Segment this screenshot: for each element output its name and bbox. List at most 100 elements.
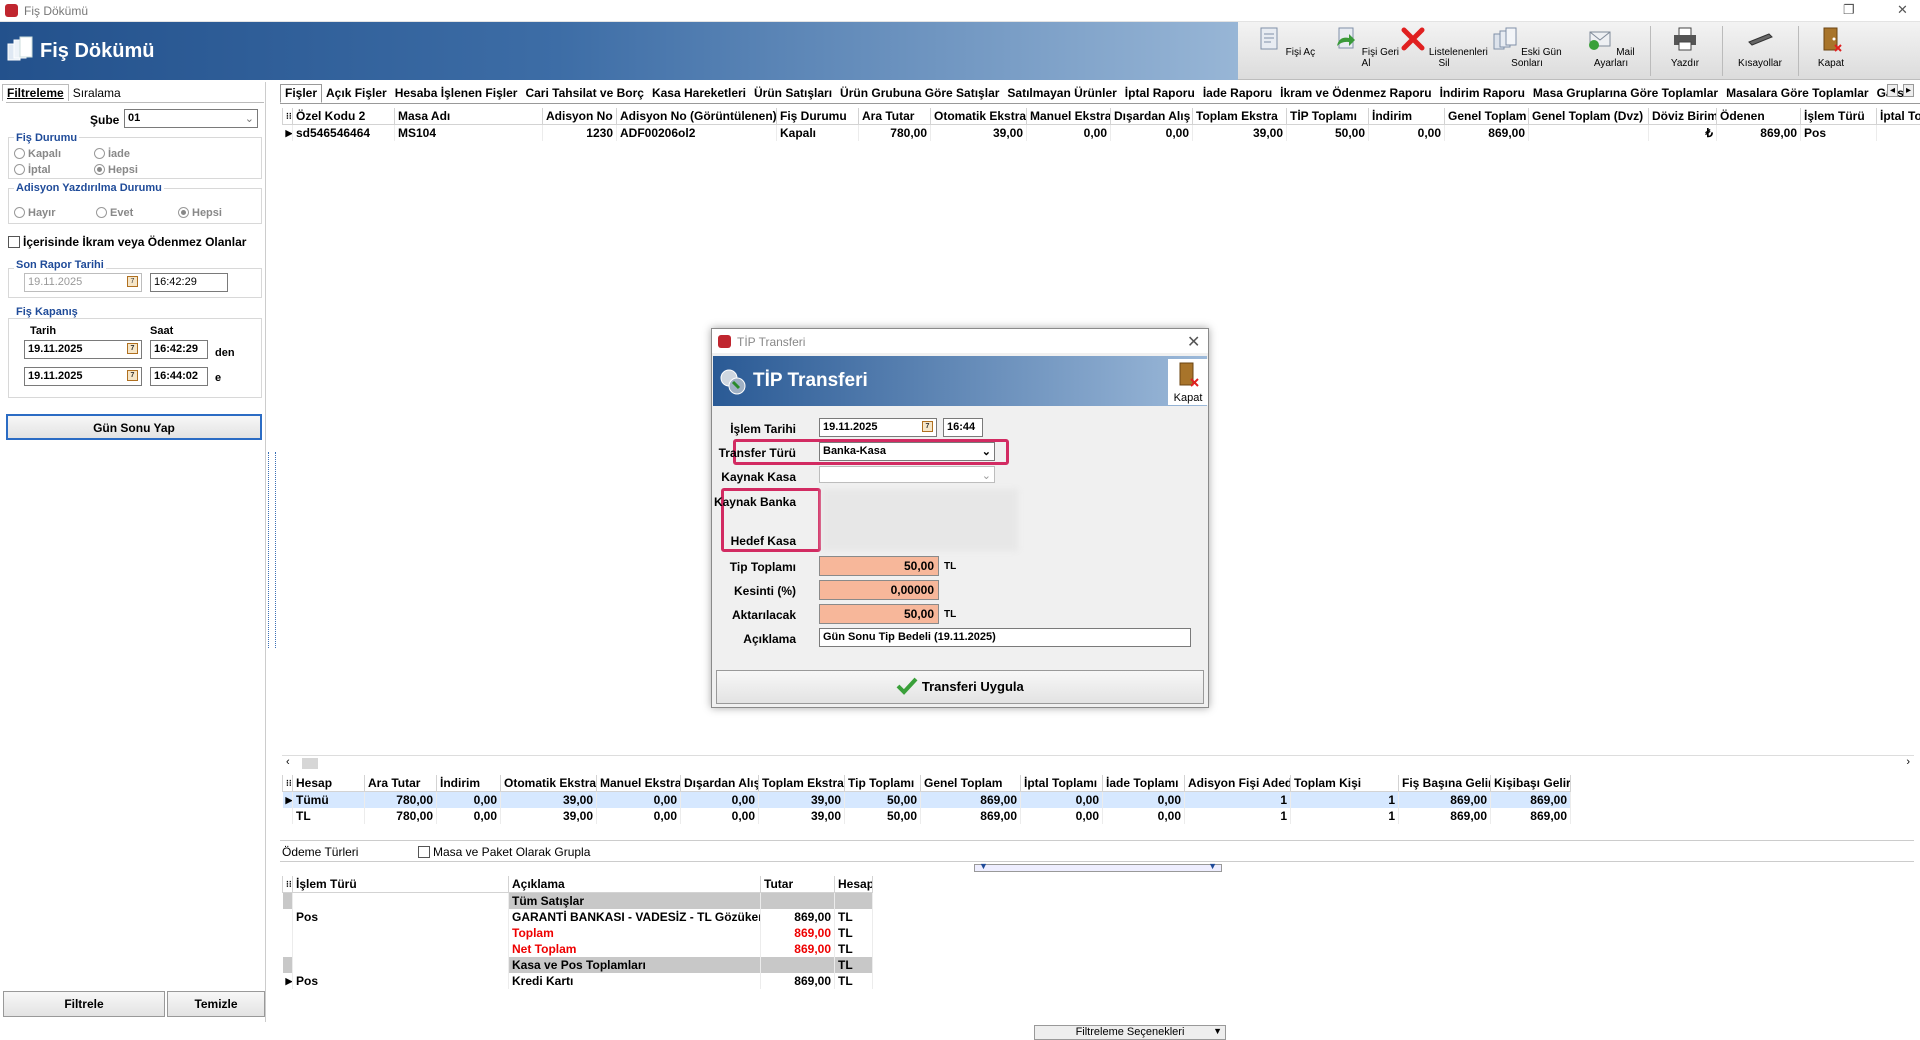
column-header[interactable]: Hesap [834, 876, 873, 893]
horizontal-scrollbar[interactable]: ‹ › [282, 755, 1914, 771]
tab-report-11[interactable]: İndirim Raporu [1436, 85, 1529, 102]
panel-splitter[interactable]: ▼ ▼ [974, 861, 1222, 872]
radio-hepsi[interactable]: Hepsi [94, 162, 138, 176]
column-header[interactable]: Fiş Durumu [776, 108, 859, 125]
table-row[interactable]: ▶ Tümü 780,00 0,00 39,00 0,00 0,00 39,00 50,00 86… [282, 791, 1571, 808]
scroll-thumb[interactable] [302, 758, 318, 769]
table-row[interactable]: ▶ Pos Kredi Kartı 869,00 TL [282, 973, 873, 989]
radio-hepsi2[interactable]: Hepsi [178, 205, 222, 219]
tab-scroll-left-icon[interactable]: ◂ [1887, 84, 1899, 97]
column-header[interactable]: Döviz Birimi [1648, 108, 1717, 125]
column-header[interactable]: Ara Tutar [858, 108, 931, 125]
mail-ayarlari-button[interactable]: Mail Ayarları [1574, 26, 1648, 78]
column-header[interactable]: Açıklama [508, 876, 761, 893]
filtrele-button[interactable]: Filtrele [3, 991, 165, 1017]
column-header[interactable]: Manuel Ekstra [596, 775, 681, 792]
column-header[interactable]: Ara Tutar [364, 775, 437, 792]
tab-scroll-right-icon[interactable]: ▸ [1903, 84, 1915, 97]
tab-report-8[interactable]: İptal Raporu [1121, 85, 1199, 102]
column-header[interactable]: Manuel Ekstra [1026, 108, 1111, 125]
column-header[interactable]: Adisyon No (Görüntülenen) [616, 108, 777, 125]
aciklama-input[interactable]: Gün Sonu Tip Bedeli (19.11.2025) [819, 628, 1191, 647]
column-header[interactable]: İşlem Türü [292, 876, 509, 893]
tab-siralama[interactable]: Sıralama [69, 85, 125, 101]
tab-report-1[interactable]: Açık Fişler [322, 85, 391, 102]
column-header[interactable]: Otomatik Ekstra [500, 775, 597, 792]
tab-report-12[interactable]: Masa Gruplarına Göre Toplamlar [1529, 85, 1722, 102]
eski-gun-sonlari-button[interactable]: Eski Gün Sonları [1484, 26, 1570, 78]
tab-report-10[interactable]: İkram ve Ödenmez Raporu [1276, 85, 1435, 102]
radio-iptal[interactable]: İptal [14, 162, 51, 176]
fisi-geri-al-button[interactable]: Fişi Geri Al [1328, 26, 1404, 78]
kesinti-field[interactable]: 0,00000 [819, 580, 939, 600]
column-header[interactable]: Adisyon No [542, 108, 617, 125]
temizle-button[interactable]: Temizle [167, 991, 265, 1017]
column-header[interactable]: İade Toplamı [1102, 775, 1185, 792]
transfer-turu-select[interactable]: Banka-Kasa ⌄ [819, 442, 995, 461]
column-header[interactable]: Ödenen [1716, 108, 1801, 125]
calendar-icon[interactable]: 7 [127, 343, 138, 354]
column-header[interactable]: Hesap [292, 775, 365, 792]
kapat-button[interactable]: Kapat [1804, 26, 1858, 78]
column-header[interactable]: TİP Toplamı [1286, 108, 1369, 125]
column-header[interactable]: Özel Kodu 2 [292, 108, 395, 125]
aktarilacak-field[interactable]: 50,00 [819, 604, 939, 624]
table-row[interactable]: Net Toplam 869,00 TL [282, 941, 873, 957]
column-header[interactable]: Tutar [760, 876, 835, 893]
table-row[interactable]: Toplam 869,00 TL [282, 925, 873, 941]
to-time-input[interactable]: 16:44:02 [150, 367, 208, 386]
filter-options-bar[interactable]: Filtreleme Seçenekleri ▼ [1034, 1025, 1226, 1040]
fisi-ac-button[interactable]: Fişi Aç [1256, 26, 1316, 78]
dialog-kapat-button[interactable]: Kapat [1168, 359, 1208, 405]
column-header[interactable]: Dışardan Alış [680, 775, 759, 792]
column-header[interactable]: Otomatik Ekstra [930, 108, 1027, 125]
tab-report-5[interactable]: Ürün Satışları [750, 85, 836, 102]
column-header[interactable]: İptal Toplamı [1020, 775, 1103, 792]
from-time-input[interactable]: 16:42:29 [150, 340, 208, 359]
column-header[interactable]: İşlem Türü [1800, 108, 1877, 125]
gun-sonu-yap-button[interactable]: Gün Sonu Yap [6, 414, 262, 440]
islem-tarihi-input[interactable]: 19.11.2025 7 [819, 418, 937, 437]
to-date-input[interactable]: 19.11.2025 7 [24, 367, 142, 386]
column-header[interactable]: Toplam Kişi [1290, 775, 1399, 792]
column-header[interactable]: Adisyon Fişi Adedi [1184, 775, 1291, 792]
calendar-icon[interactable]: 7 [127, 370, 138, 381]
table-row[interactable]: TL 780,00 0,00 39,00 0,00 0,00 39,00 50,00 869,0… [282, 808, 1571, 824]
tab-report-3[interactable]: Cari Tahsilat ve Borç [521, 85, 648, 102]
radio-kapali[interactable]: Kapalı [14, 146, 61, 160]
column-header[interactable]: İndirim [1368, 108, 1445, 125]
tab-report-7[interactable]: Satılmayan Ürünler [1003, 85, 1120, 102]
kisayollar-button[interactable]: Kısayollar [1728, 26, 1792, 78]
table-row[interactable]: Tüm Satışlar [282, 892, 873, 909]
tab-report-4[interactable]: Kasa Hareketleri [648, 85, 750, 102]
close-window-icon[interactable]: ✕ [1897, 2, 1908, 18]
tab-report-6[interactable]: Ürün Grubuna Göre Satışlar [836, 85, 1003, 102]
column-header[interactable]: Genel Toplam (Dvz) [1528, 108, 1649, 125]
table-row[interactable]: ▶ sd546546464 MS104 1230 ADF00206ol2 Kapalı 78… [282, 124, 1920, 141]
column-header[interactable]: İndirim [436, 775, 501, 792]
column-header[interactable]: Toplam Ekstra [1192, 108, 1287, 125]
column-header[interactable]: Toplam Ekstra [758, 775, 845, 792]
islem-saat-input[interactable]: 16:44 [943, 418, 983, 437]
table-row[interactable]: Kasa ve Pos Toplamları TL [282, 957, 873, 973]
radio-evet[interactable]: Evet [96, 205, 133, 219]
column-header[interactable]: Kişibaşı Gelir [1490, 775, 1571, 792]
splitter-handle[interactable] [268, 452, 276, 648]
ikram-checkbox[interactable]: İçerisinde İkram veya Ödenmez Olanlar [8, 235, 246, 249]
radio-hayir[interactable]: Hayır [14, 205, 56, 219]
close-icon[interactable]: ✕ [1187, 332, 1200, 352]
restore-icon[interactable]: ❐ [1843, 2, 1855, 18]
column-header[interactable]: Dışardan Alış [1110, 108, 1193, 125]
column-header[interactable]: Masa Adı [394, 108, 543, 125]
column-header[interactable]: İptal Topla [1876, 108, 1920, 125]
column-header[interactable]: Fiş Başına Gelir [1398, 775, 1491, 792]
column-header[interactable]: Genel Toplam [1444, 108, 1529, 125]
tab-report-9[interactable]: İade Raporu [1199, 85, 1276, 102]
yazdir-button[interactable]: Yazdır [1658, 26, 1712, 78]
scroll-left-icon[interactable]: ‹ [286, 756, 290, 768]
sube-select[interactable]: 01 ⌄ [124, 109, 258, 128]
transferi-uygula-button[interactable]: Transferi Uygula [716, 670, 1204, 704]
masa-paket-checkbox[interactable]: Masa ve Paket Olarak Grupla [418, 845, 590, 859]
tip-toplami-field[interactable]: 50,00 [819, 556, 939, 576]
tab-filtreleme[interactable]: Filtreleme [2, 84, 69, 101]
